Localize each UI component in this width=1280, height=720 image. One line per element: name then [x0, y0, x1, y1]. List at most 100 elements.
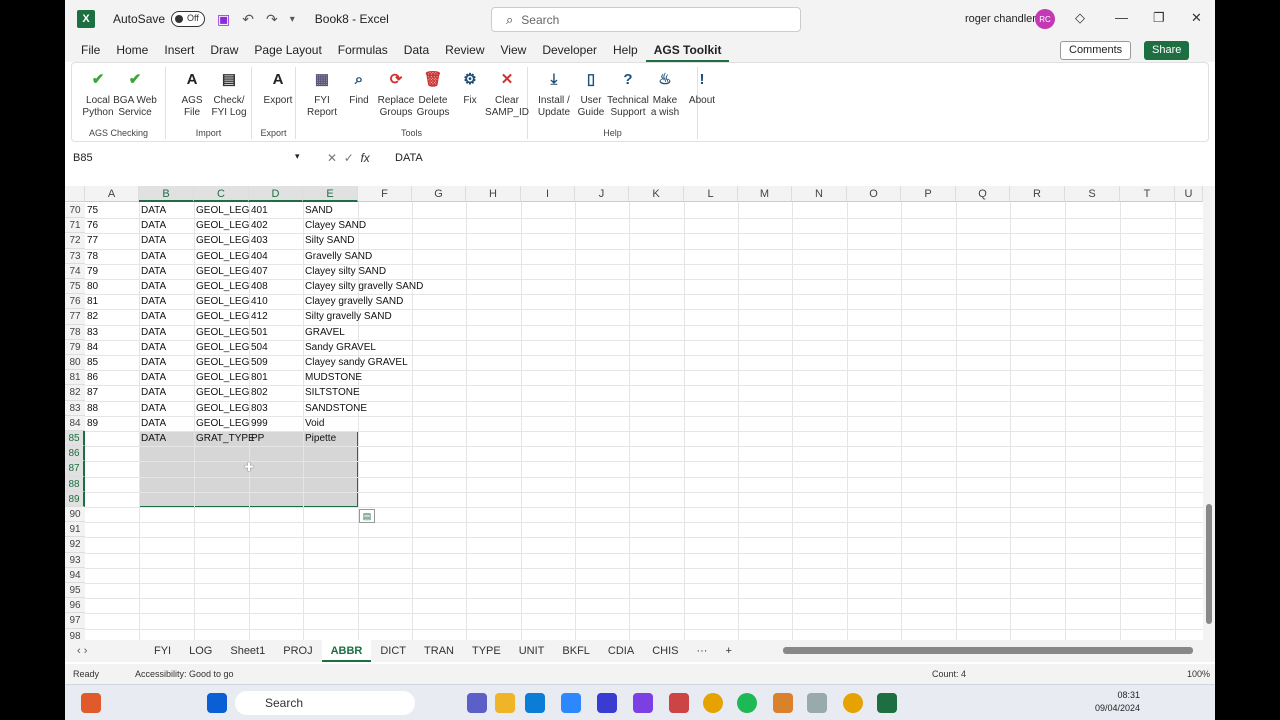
cell-e70[interactable]: SAND	[303, 203, 333, 218]
row-header[interactable]: 88	[65, 476, 85, 492]
row-header[interactable]: 70	[65, 203, 85, 219]
excel-icon[interactable]	[877, 693, 897, 713]
cell-b79[interactable]: DATA	[139, 340, 166, 355]
cell-d97[interactable]	[249, 613, 251, 628]
cell-a77[interactable]: 82	[85, 309, 98, 324]
cell-e86[interactable]	[303, 446, 305, 461]
row-header[interactable]: 75	[65, 279, 85, 295]
menu-ags-toolkit[interactable]: AGS Toolkit	[645, 38, 730, 62]
row-header[interactable]: 84	[65, 415, 85, 431]
app-icon[interactable]	[773, 693, 793, 713]
row-header[interactable]: 72	[65, 233, 85, 249]
ribbon-button-check-fyi-log[interactable]: ▤ Check/FYI Log	[207, 67, 251, 119]
cell-d74[interactable]: 407	[249, 264, 268, 279]
cell-c92[interactable]	[194, 537, 196, 552]
column-header-h[interactable]: H	[466, 186, 521, 202]
cell-a92[interactable]	[85, 537, 87, 552]
cell-d75[interactable]: 408	[249, 279, 268, 294]
column-header-l[interactable]: L	[684, 186, 738, 202]
cell-d85[interactable]: PP	[249, 431, 264, 446]
redo-icon[interactable]: ↷	[266, 11, 278, 28]
cell-d70[interactable]: 401	[249, 203, 268, 218]
cell-a93[interactable]	[85, 553, 87, 568]
column-header-m[interactable]: M	[738, 186, 792, 202]
column-header-j[interactable]: J	[575, 186, 629, 202]
row-header[interactable]: 91	[65, 522, 85, 538]
cell-b85[interactable]: DATA	[139, 431, 166, 446]
row-header[interactable]: 71	[65, 218, 85, 234]
edge-icon[interactable]	[525, 693, 545, 713]
sheet-tab-chis[interactable]: CHIS	[643, 640, 687, 662]
row-header[interactable]: 78	[65, 324, 85, 340]
name-box[interactable]: B85	[69, 148, 309, 168]
cell-e75[interactable]: Clayey silty gravelly SAND	[303, 279, 423, 294]
cell-a73[interactable]: 78	[85, 249, 98, 264]
cell-c87[interactable]	[194, 461, 196, 476]
cell-b80[interactable]: DATA	[139, 355, 166, 370]
cell-c89[interactable]	[194, 492, 196, 507]
column-header-u[interactable]: U	[1175, 186, 1203, 202]
sheet-tab-type[interactable]: TYPE	[463, 640, 510, 662]
menu-view[interactable]: View	[493, 38, 535, 62]
cell-c71[interactable]: GEOL_LEG	[194, 218, 249, 233]
vertical-scrollbar[interactable]	[1203, 186, 1215, 640]
cell-b92[interactable]	[139, 537, 141, 552]
chrome-icon[interactable]	[703, 693, 723, 713]
cell-c93[interactable]	[194, 553, 196, 568]
column-header-p[interactable]: P	[901, 186, 956, 202]
undo-icon[interactable]: ↶	[242, 11, 254, 28]
menu-page-layout[interactable]: Page Layout	[246, 38, 329, 62]
cell-b91[interactable]	[139, 522, 141, 537]
cell-b96[interactable]	[139, 598, 141, 613]
cell-c83[interactable]: GEOL_LEG	[194, 401, 249, 416]
cell-a81[interactable]: 86	[85, 370, 98, 385]
cell-b81[interactable]: DATA	[139, 370, 166, 385]
row-header[interactable]: 73	[65, 248, 85, 264]
sheet-tab-proj[interactable]: PROJ	[274, 640, 321, 662]
cell-b72[interactable]: DATA	[139, 233, 166, 248]
cell-e81[interactable]: MUDSTONE	[303, 370, 362, 385]
cell-c80[interactable]: GEOL_LEG	[194, 355, 249, 370]
row-header[interactable]: 93	[65, 552, 85, 568]
share-button[interactable]: Share	[1144, 41, 1190, 60]
column-header-o[interactable]: O	[847, 186, 901, 202]
quick-analysis-icon[interactable]: ▤	[359, 509, 375, 523]
row-header[interactable]: 83	[65, 400, 85, 416]
cell-d83[interactable]: 803	[249, 401, 268, 416]
row-header[interactable]: 95	[65, 583, 85, 599]
autosave-toggle[interactable]: Off	[171, 11, 206, 27]
close-icon[interactable]: ✕	[1191, 10, 1202, 26]
cell-b89[interactable]	[139, 492, 141, 507]
cell-e96[interactable]	[303, 598, 305, 613]
cell-e98[interactable]	[303, 629, 305, 640]
comments-button[interactable]: Comments	[1060, 41, 1132, 60]
ribbon-button-clear-samp-id[interactable]: ✕ Clear SAMP_ID	[485, 67, 529, 119]
cell-d98[interactable]	[249, 629, 251, 640]
cell-b98[interactable]	[139, 629, 141, 640]
cell-b83[interactable]: DATA	[139, 401, 166, 416]
column-header-a[interactable]: A	[85, 186, 139, 202]
cell-a74[interactable]: 79	[85, 264, 98, 279]
formula-input[interactable]: DATA	[387, 148, 1207, 168]
cell-b75[interactable]: DATA	[139, 279, 166, 294]
cell-a88[interactable]	[85, 477, 87, 492]
menu-formulas[interactable]: Formulas	[330, 38, 396, 62]
cell-e77[interactable]: Silty gravelly SAND	[303, 309, 392, 324]
cell-e89[interactable]	[303, 492, 305, 507]
cell-d76[interactable]: 410	[249, 294, 268, 309]
row-header[interactable]: 87	[65, 461, 85, 477]
cell-a86[interactable]	[85, 446, 87, 461]
cell-a94[interactable]	[85, 568, 87, 583]
cell-b82[interactable]: DATA	[139, 385, 166, 400]
cell-d91[interactable]	[249, 522, 251, 537]
cell-e79[interactable]: Sandy GRAVEL	[303, 340, 376, 355]
cell-d73[interactable]: 404	[249, 249, 268, 264]
row-header[interactable]: 98	[65, 628, 85, 640]
cell-c73[interactable]: GEOL_LEG	[194, 249, 249, 264]
row-header[interactable]: 76	[65, 294, 85, 310]
cell-a96[interactable]	[85, 598, 87, 613]
cell-a75[interactable]: 80	[85, 279, 98, 294]
more-sheets-icon[interactable]: ···	[687, 640, 716, 662]
row-header[interactable]: 90	[65, 507, 85, 523]
row-header[interactable]: 85	[65, 431, 85, 447]
